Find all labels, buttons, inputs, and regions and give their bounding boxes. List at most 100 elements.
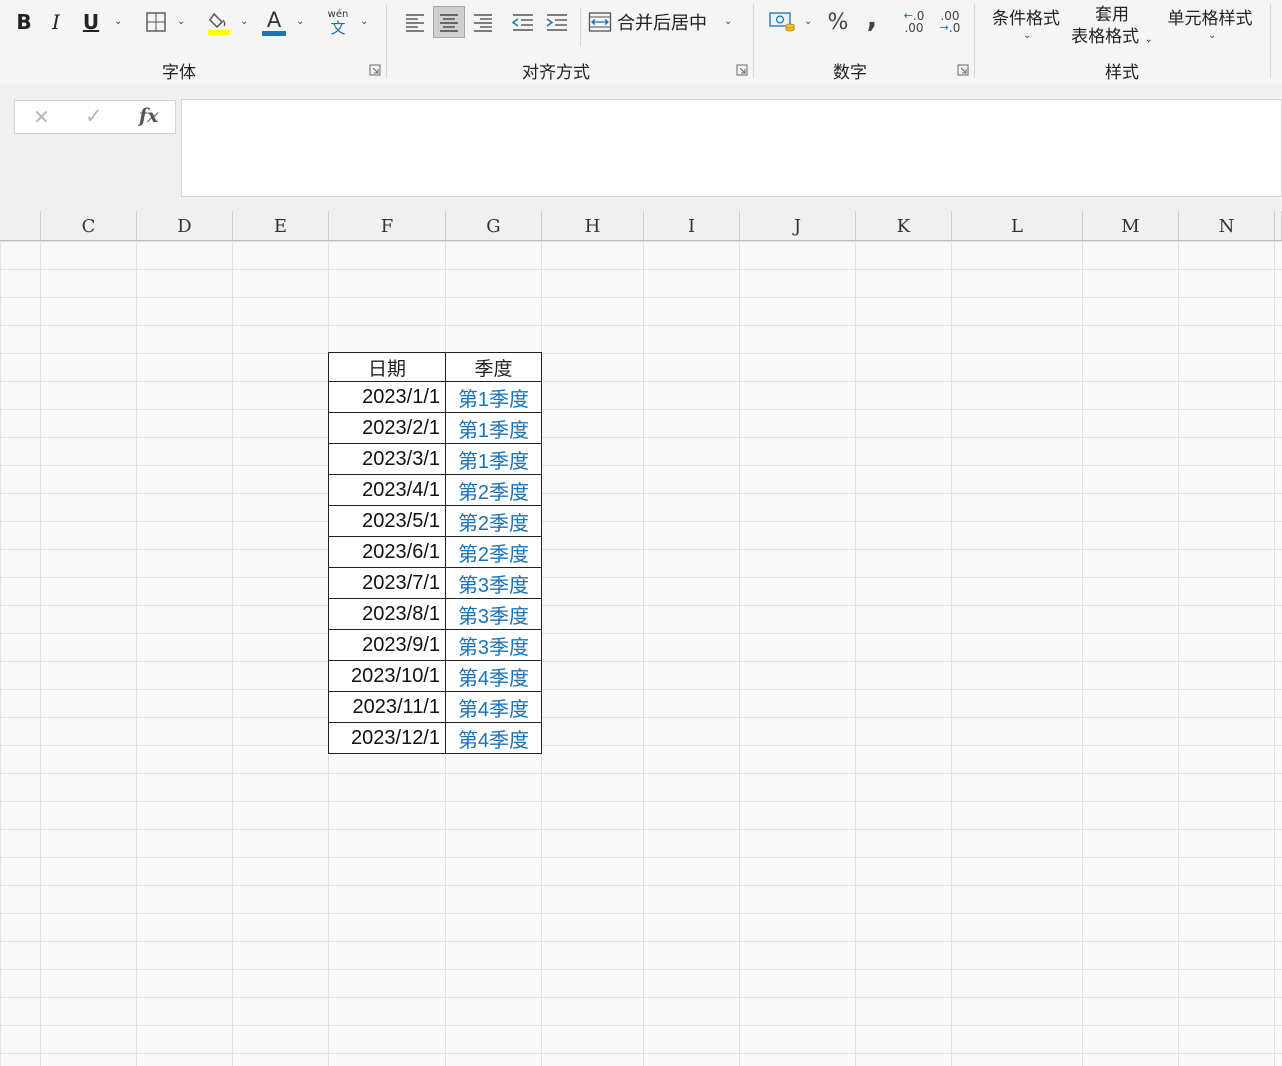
bold-icon: B [16,10,32,34]
increase-decimal-button[interactable]: ← .0 .00 [898,6,930,38]
quarter-cell[interactable]: 第1季度 [445,381,542,413]
conditional-format-button[interactable]: 条件格式 [988,4,1064,29]
column-header-right-partial[interactable] [1275,211,1282,240]
column-header-n[interactable]: N [1179,211,1275,240]
column-header-left-partial[interactable] [0,211,41,240]
formula-input[interactable] [181,99,1282,197]
column-header-m[interactable]: M [1083,211,1179,240]
ribbon-separator [974,4,975,78]
percent-style-button[interactable]: % [822,6,854,38]
date-cell[interactable]: 2023/9/1 [328,629,446,661]
date-cell[interactable]: 2023/7/1 [328,567,446,599]
alignment-group-launcher-icon[interactable] [736,64,748,76]
align-right-button[interactable] [468,6,498,38]
column-header-g[interactable]: G [446,211,542,240]
phonetic-guide-button[interactable]: wén 文 [322,6,354,38]
quarter-cell[interactable]: 第3季度 [445,567,542,599]
gridline [232,241,233,1066]
quarter-cell[interactable]: 第4季度 [445,691,542,723]
column-header-j[interactable]: J [740,211,856,240]
column-header-k[interactable]: K [856,211,952,240]
header-cell-date[interactable]: 日期 [328,352,446,382]
accounting-format-button[interactable] [764,6,800,38]
cell-styles-chevron-down-icon[interactable]: ⌄ [1208,30,1216,41]
decrease-decimal-button[interactable]: .00 → .0 [934,6,966,38]
merge-center-label: 合并后居中 [617,13,707,34]
merge-center-button[interactable]: 合并后居中 [588,6,714,38]
merge-cells-icon [588,12,612,32]
column-header-i[interactable]: I [644,211,740,240]
quarter-cell[interactable]: 第2季度 [445,474,542,506]
conditional-format-label: 条件格式 [992,9,1060,29]
quarter-cell[interactable]: 第3季度 [445,598,542,630]
underline-button[interactable]: U [76,6,106,38]
quarter-cell[interactable]: 第3季度 [445,629,542,661]
header-cell-quarter[interactable]: 季度 [445,352,542,382]
cell-styles-label: 单元格样式 [1167,9,1253,29]
quarter-cell[interactable]: 第4季度 [445,660,542,692]
align-center-button[interactable] [433,6,465,38]
accounting-dropdown-chevron-down-icon[interactable]: ⌄ [804,16,812,27]
column-header-h[interactable]: H [542,211,644,240]
table-row: 2023/5/1 第2季度 [328,505,542,537]
date-cell[interactable]: 2023/3/1 [328,443,446,475]
conditional-format-chevron-down-icon[interactable]: ⌄ [1023,30,1031,41]
date-cell[interactable]: 2023/5/1 [328,505,446,537]
merge-dropdown-chevron-down-icon[interactable]: ⌄ [724,16,732,27]
quarter-cell[interactable]: 第1季度 [445,412,542,444]
quarter-cell[interactable]: 第2季度 [445,505,542,537]
decrease-indent-icon [511,14,533,31]
decrease-decimal-bottom: .0 [948,21,961,35]
cell-styles-button[interactable]: 单元格样式 [1162,4,1258,29]
date-cell[interactable]: 2023/4/1 [328,474,446,506]
quarter-cell[interactable]: 第4季度 [445,722,542,754]
column-header-c[interactable]: C [41,211,137,240]
date-cell[interactable]: 2023/12/1 [328,722,446,754]
decrease-indent-button[interactable] [508,6,538,38]
column-header-l[interactable]: L [952,211,1083,240]
quarter-cell[interactable]: 第1季度 [445,443,542,475]
arrow-right-icon: → [939,21,949,34]
enter-icon[interactable]: ✓ [85,104,103,128]
format-as-table-line2: 表格格式 ⌄ [1066,26,1158,51]
column-header-e[interactable]: E [233,211,329,240]
borders-icon [146,12,166,32]
increase-indent-button[interactable] [542,6,572,38]
phonetic-dropdown-chevron-down-icon[interactable]: ⌄ [360,16,368,27]
column-header-d[interactable]: D [137,211,233,240]
quarter-cell[interactable]: 第2季度 [445,536,542,568]
date-cell[interactable]: 2023/1/1 [328,381,446,413]
underline-dropdown-chevron-down-icon[interactable]: ⌄ [114,16,122,27]
fill-color-button[interactable] [202,6,236,38]
comma-style-button[interactable]: , [858,4,886,38]
fill-color-dropdown-chevron-down-icon[interactable]: ⌄ [240,16,248,27]
format-as-table-chevron-down-icon: ⌄ [1144,34,1153,45]
font-group-launcher-icon[interactable] [369,64,381,76]
italic-button[interactable]: I [42,6,70,38]
font-color-button[interactable]: A [258,6,290,38]
ribbon-separator [753,4,754,78]
format-as-table-button[interactable]: 套用 表格格式 ⌄ [1066,4,1158,51]
date-cell[interactable]: 2023/6/1 [328,536,446,568]
date-cell[interactable]: 2023/2/1 [328,412,446,444]
worksheet-grid[interactable] [0,241,1282,1066]
underline-icon: U [82,10,100,34]
align-left-button[interactable] [400,6,430,38]
gridline [643,241,644,1066]
cancel-icon[interactable]: ✕ [33,105,50,129]
date-cell[interactable]: 2023/8/1 [328,598,446,630]
bold-button[interactable]: B [10,6,38,38]
gridline [1082,241,1083,1066]
column-headers: C D E F G H I J K L M N [0,211,1282,241]
number-group-launcher-icon[interactable] [957,64,969,76]
borders-dropdown-chevron-down-icon[interactable]: ⌄ [177,16,185,27]
insert-function-icon[interactable]: fx [139,105,159,127]
column-header-f[interactable]: F [329,211,446,240]
gridline [1178,241,1179,1066]
gridline [739,241,740,1066]
font-color-dropdown-chevron-down-icon[interactable]: ⌄ [296,16,304,27]
date-cell[interactable]: 2023/11/1 [328,691,446,723]
date-cell[interactable]: 2023/10/1 [328,660,446,692]
borders-button[interactable] [140,6,172,38]
table-row: 2023/6/1 第2季度 [328,536,542,568]
